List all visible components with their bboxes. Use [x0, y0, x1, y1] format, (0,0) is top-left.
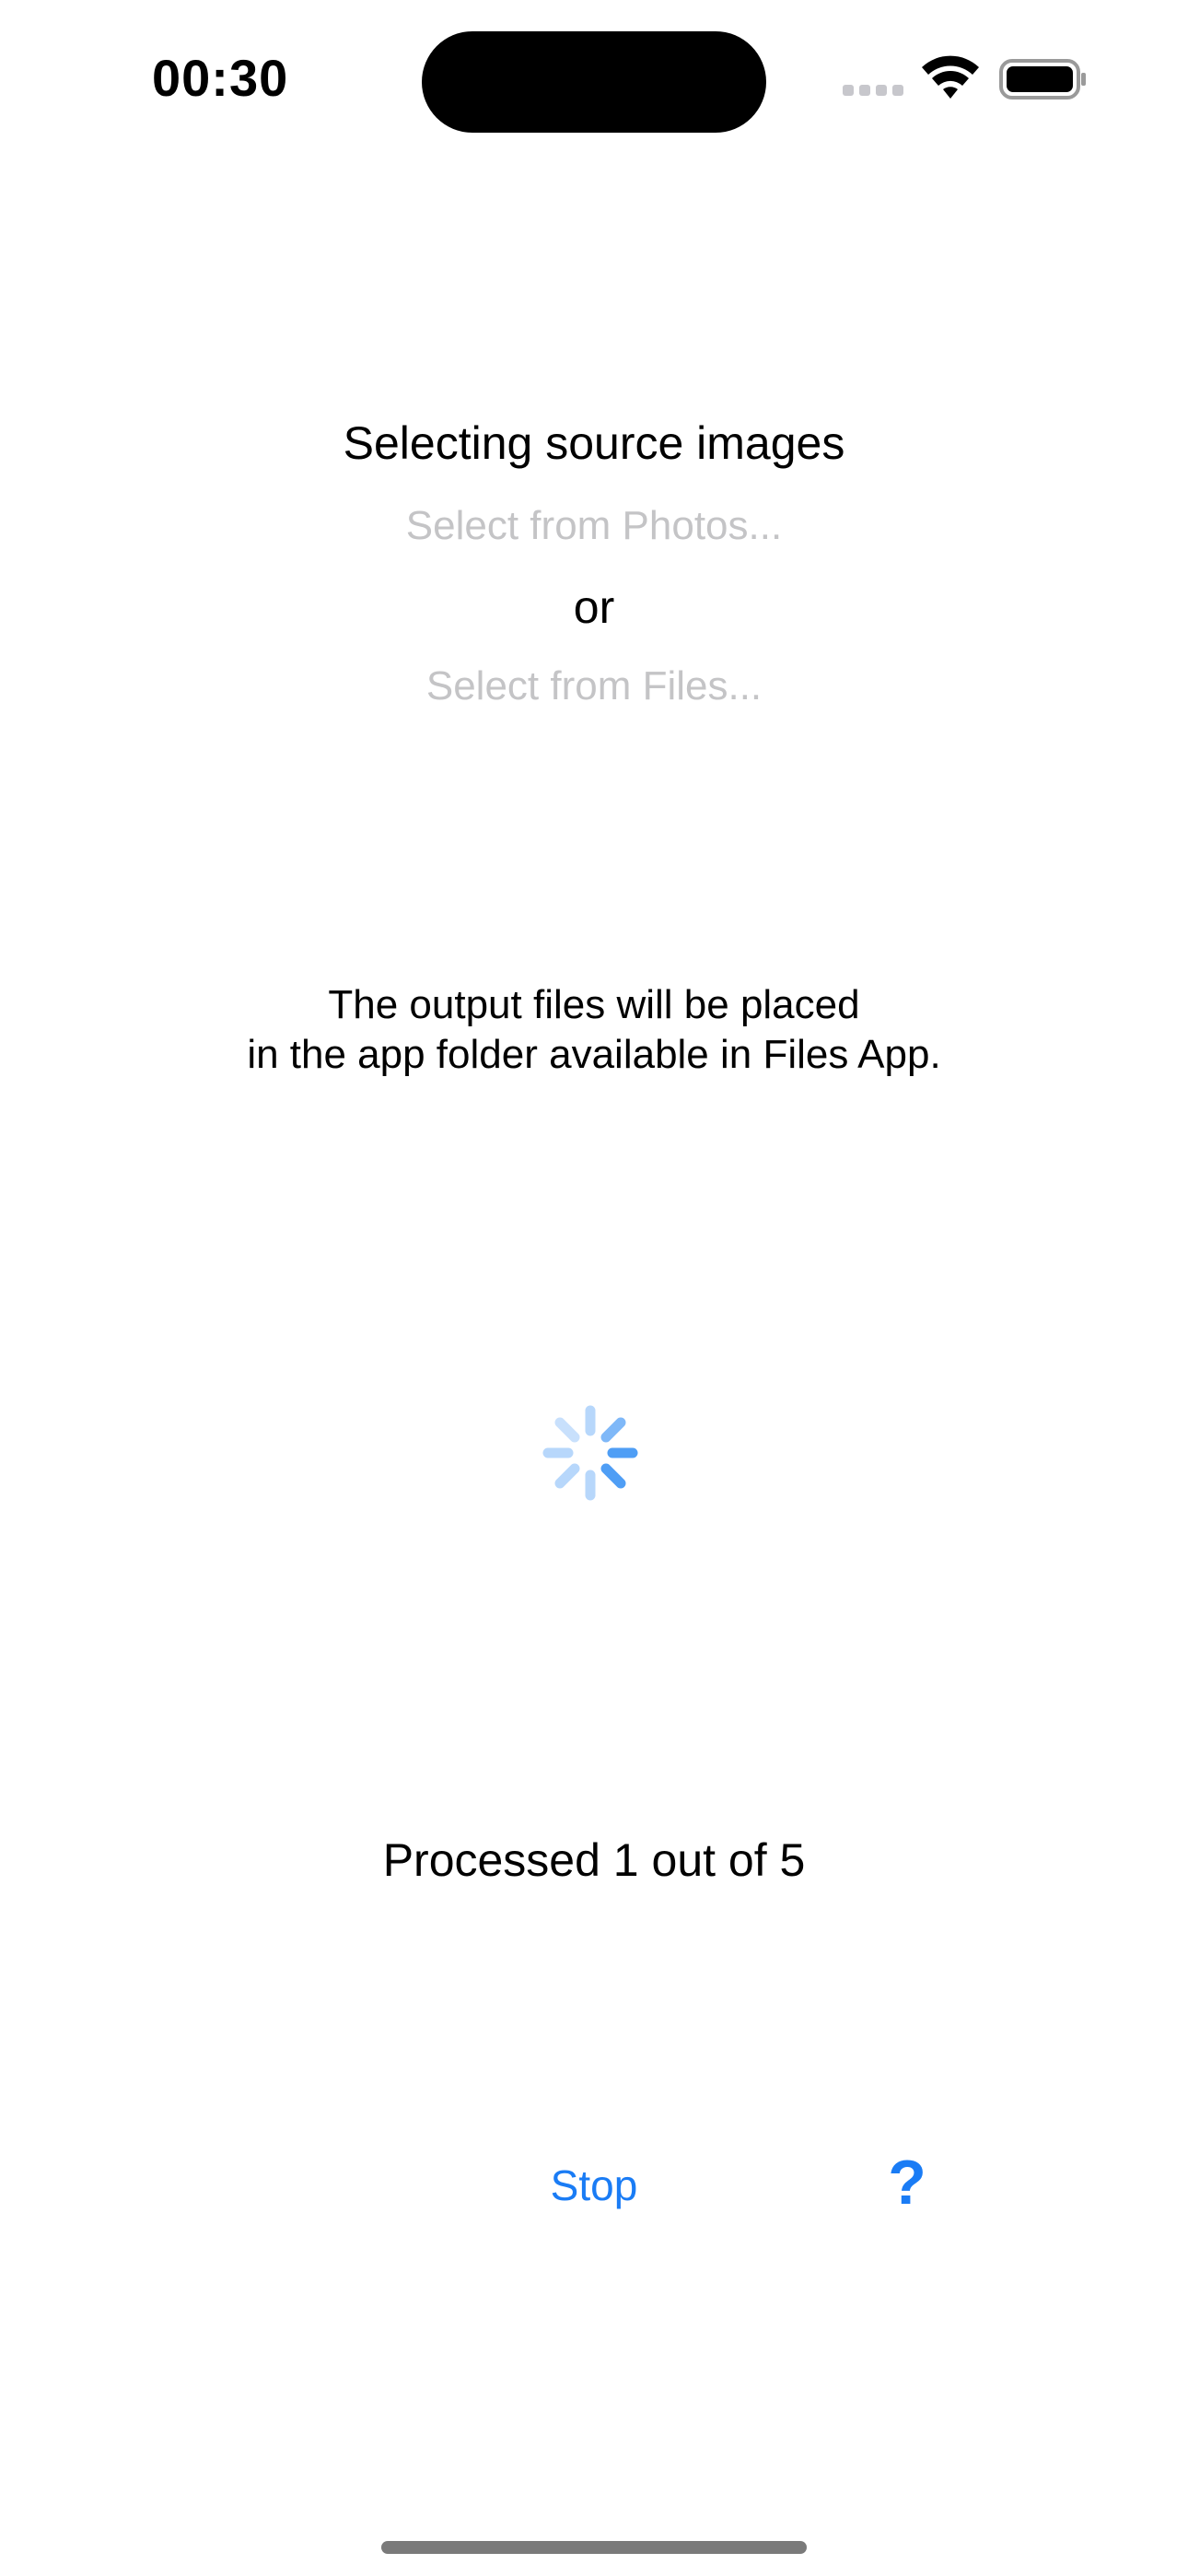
output-info-line-2: in the app folder available in Files App… [247, 1032, 941, 1077]
output-info-line-1: The output files will be placed [328, 982, 860, 1027]
status-bar: 00:30 [0, 0, 1188, 166]
progress-status-text: Processed 1 out of 5 [382, 1834, 806, 1886]
select-from-photos-link[interactable]: Select from Photos... [0, 503, 1188, 549]
or-separator-label: or [573, 581, 615, 633]
status-time: 00:30 [152, 49, 289, 107]
cellular-signal-icon [843, 85, 905, 98]
help-button[interactable]: ? [875, 2147, 939, 2219]
stop-button[interactable]: Stop [516, 2160, 672, 2210]
battery-icon [999, 59, 1086, 100]
dynamic-island [422, 31, 766, 133]
select-from-files-link[interactable]: Select from Files... [0, 663, 1188, 709]
output-info-text: The output files will be placed in the a… [0, 980, 1188, 1080]
wifi-icon [922, 55, 979, 99]
home-indicator[interactable] [381, 2541, 807, 2554]
page-title: Selecting source images [343, 417, 845, 469]
activity-spinner-icon [542, 1405, 638, 1501]
